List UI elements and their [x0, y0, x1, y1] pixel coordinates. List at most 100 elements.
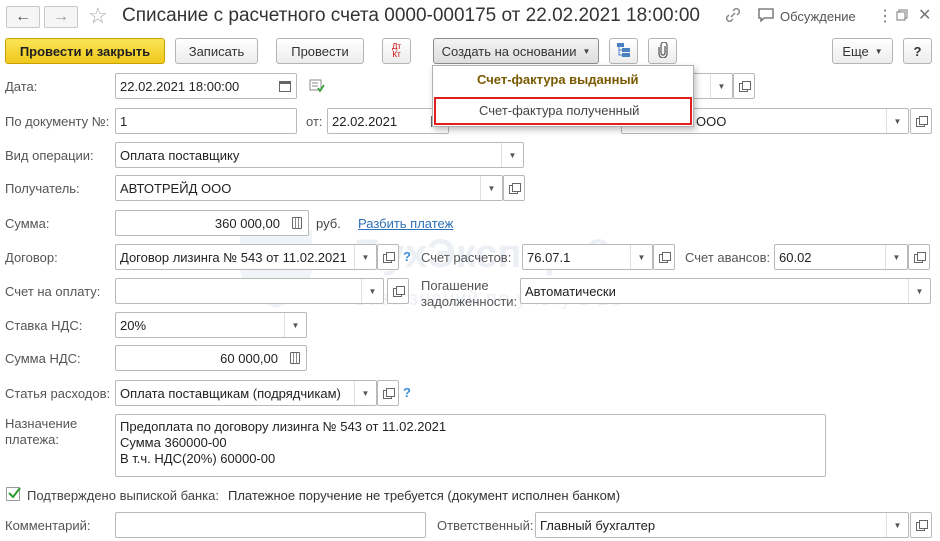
calculator-icon: [292, 217, 302, 229]
settlement-account-value: 76.07.1: [527, 249, 571, 265]
more-vertical-icon[interactable]: ⋮: [877, 6, 893, 26]
create-based-on-label: Создать на основании: [441, 43, 577, 59]
chevron-down-icon[interactable]: ▼: [361, 279, 383, 303]
chevron-down-icon[interactable]: ▼: [480, 176, 502, 200]
chevron-down-icon[interactable]: ▼: [630, 245, 652, 269]
create-based-on-button[interactable]: Создать на основании ▼: [433, 38, 599, 64]
structure-button[interactable]: [609, 38, 638, 64]
calendar-button[interactable]: [274, 74, 296, 98]
operation-select[interactable]: Оплата поставщику ▼: [115, 142, 524, 168]
expense-item-field[interactable]: Оплата поставщикам (подрядчикам) ▼: [115, 380, 377, 406]
comment-label: Комментарий:: [5, 518, 91, 533]
help-button[interactable]: ?: [903, 38, 932, 64]
contract-field[interactable]: Договор лизинга № 543 от 11.02.2021 ▼: [115, 244, 377, 270]
vat-rate-label: Ставка НДС:: [5, 318, 83, 333]
recipient-open-button[interactable]: [503, 175, 525, 201]
calendar-icon: [279, 80, 291, 92]
date-label: Дата:: [5, 79, 38, 94]
menu-item-invoice-issued[interactable]: Счет-фактура выданный: [433, 66, 693, 94]
list-check-icon[interactable]: [309, 79, 325, 96]
hierarchy-icon: [616, 42, 632, 61]
open-icon: [659, 252, 671, 263]
split-payment-link[interactable]: Разбить платеж: [358, 216, 453, 231]
calculator-button[interactable]: [286, 211, 308, 235]
doc-number-value: 1: [120, 113, 128, 129]
doc-number-label: По документу №:: [5, 114, 110, 129]
purpose-textarea[interactable]: Предоплата по договору лизинга № 543 от …: [115, 414, 826, 477]
window-title: Списание с расчетного счета 0000-000175 …: [122, 5, 700, 26]
open-icon: [383, 388, 395, 399]
menu-item-invoice-received[interactable]: Счет-фактура полученный: [434, 97, 692, 125]
responsible-open-button[interactable]: [910, 512, 932, 538]
close-icon[interactable]: ✕: [918, 5, 931, 25]
purpose-line: В т.ч. НДС(20%) 60000-00: [120, 451, 276, 466]
chevron-down-icon[interactable]: ▼: [354, 245, 376, 269]
open-icon: [916, 116, 928, 127]
organization-open-button[interactable]: [910, 108, 932, 134]
advance-account-label: Счет авансов:: [685, 250, 771, 265]
chevron-down-icon[interactable]: ▼: [886, 513, 908, 537]
sum-input[interactable]: 360 000,00: [115, 210, 309, 236]
invoice-field[interactable]: ▼: [115, 278, 384, 304]
advance-account-field[interactable]: 60.02 ▼: [774, 244, 908, 270]
advance-account-open-button[interactable]: [908, 244, 930, 270]
back-button[interactable]: ←: [6, 6, 40, 28]
organization-value: ООО: [696, 113, 727, 129]
repayment-label-line2: задолженности:: [421, 294, 518, 309]
dt-kt-icon: Дт Кт: [391, 42, 402, 59]
account-field[interactable]: ▼: [690, 73, 733, 99]
repayment-value: Автоматически: [525, 283, 616, 299]
arrow-right-icon: →: [53, 8, 69, 25]
chevron-down-icon[interactable]: ▼: [908, 279, 930, 303]
vat-sum-label: Сумма НДС:: [5, 351, 81, 366]
invoice-label: Счет на оплату:: [5, 284, 101, 299]
expense-item-help-icon[interactable]: ?: [403, 385, 411, 400]
chevron-down-icon[interactable]: ▼: [710, 74, 732, 98]
settlement-account-label: Счет расчетов:: [421, 250, 512, 265]
responsible-value: Главный бухгалтер: [540, 517, 656, 533]
doc-number-input[interactable]: 1: [115, 108, 297, 134]
confirmed-checkbox[interactable]: [6, 487, 21, 501]
contract-help-icon[interactable]: ?: [403, 249, 411, 264]
settlement-account-open-button[interactable]: [653, 244, 675, 270]
favorite-star-icon[interactable]: ☆: [88, 3, 108, 29]
attach-button[interactable]: [648, 38, 677, 64]
link-icon[interactable]: [724, 6, 742, 29]
save-button[interactable]: Записать: [175, 38, 258, 64]
sum-value: 360 000,00: [214, 215, 280, 231]
post-and-close-button[interactable]: Провести и закрыть: [5, 38, 165, 64]
chevron-down-icon[interactable]: ▼: [886, 109, 908, 133]
repayment-select[interactable]: Автоматически ▼: [520, 278, 931, 304]
restore-icon[interactable]: [896, 9, 908, 24]
comment-input[interactable]: [115, 512, 426, 538]
expense-item-label: Статья расходов:: [5, 386, 111, 401]
recipient-field[interactable]: АВТОТРЕЙД ООО ▼: [115, 175, 503, 201]
more-label: Еще: [842, 43, 869, 59]
calculator-button[interactable]: [284, 346, 306, 370]
discussion-label: Обсуждение: [780, 9, 856, 24]
date-field[interactable]: 22.02.2021 18:00:00: [115, 73, 297, 99]
vat-sum-input[interactable]: 60 000,00: [115, 345, 307, 371]
create-based-on-menu: Счет-фактура выданный Счет-фактура получ…: [432, 65, 694, 127]
vat-rate-select[interactable]: 20% ▼: [115, 312, 307, 338]
chevron-down-icon[interactable]: ▼: [284, 313, 306, 337]
chevron-down-icon[interactable]: ▼: [354, 381, 376, 405]
repayment-label-line1: Погашение: [421, 278, 489, 293]
expense-item-open-button[interactable]: [377, 380, 399, 406]
settlement-account-field[interactable]: 76.07.1 ▼: [522, 244, 653, 270]
contract-open-button[interactable]: [377, 244, 399, 270]
account-open-button[interactable]: [733, 73, 755, 99]
arrow-left-icon: ←: [15, 8, 31, 25]
discussion-button[interactable]: Обсуждение: [758, 8, 856, 25]
responsible-field[interactable]: Главный бухгалтер ▼: [535, 512, 909, 538]
from-date-field[interactable]: 22.02.2021: [327, 108, 449, 134]
chevron-down-icon[interactable]: ▼: [885, 245, 907, 269]
more-button[interactable]: Еще ▼: [832, 38, 893, 64]
open-icon: [383, 252, 395, 263]
invoice-open-button[interactable]: [387, 278, 409, 304]
forward-button[interactable]: →: [44, 6, 78, 28]
post-button[interactable]: Провести: [276, 38, 364, 64]
dt-kt-button[interactable]: Дт Кт: [382, 38, 411, 64]
confirmed-note: Платежное поручение не требуется (докуме…: [228, 488, 621, 503]
chevron-down-icon[interactable]: ▼: [501, 143, 523, 167]
